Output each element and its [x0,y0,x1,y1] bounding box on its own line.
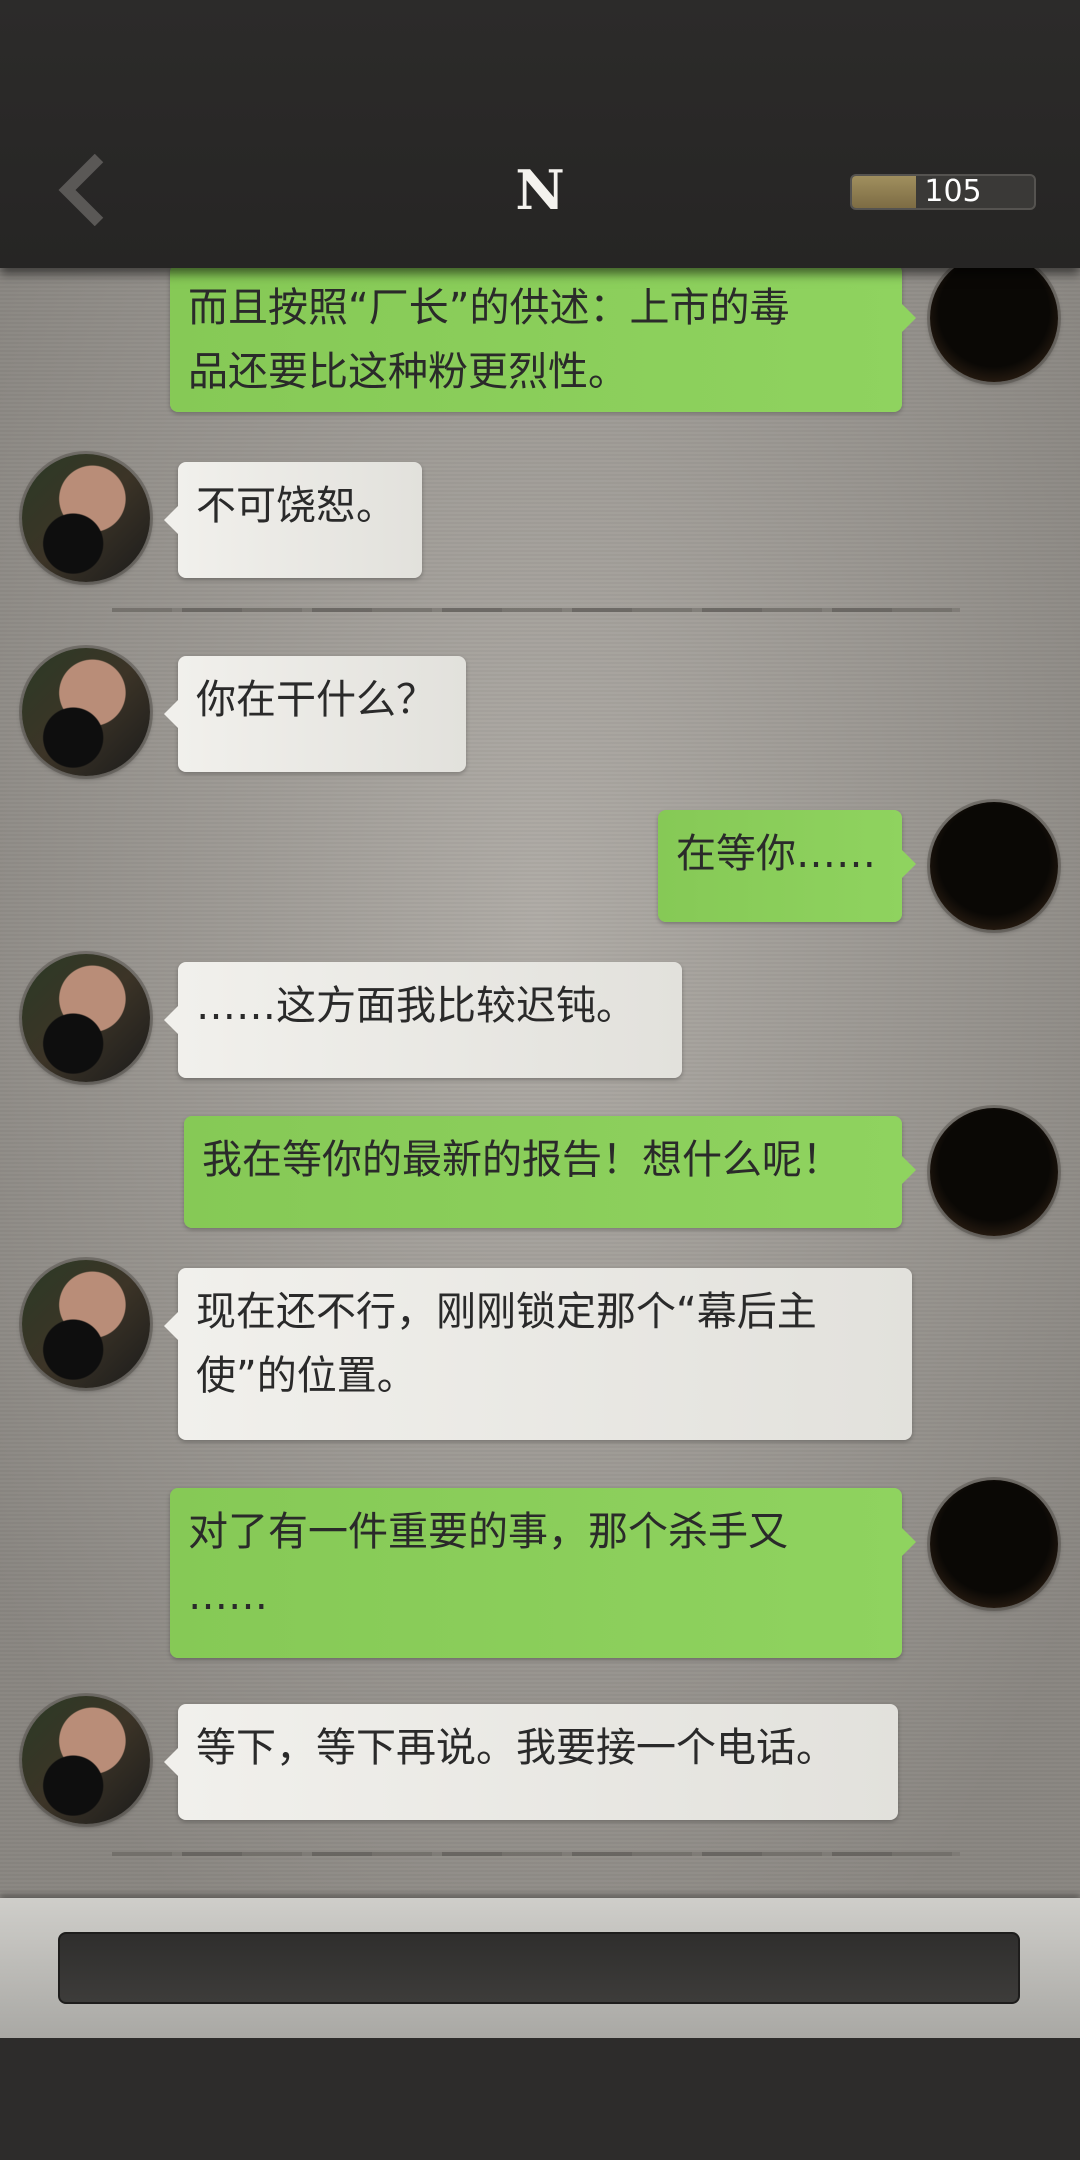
message-line: 我在等你的最新的报告！想什么呢！ [202,1137,842,1183]
section-divider [112,1852,960,1856]
avatar-contact [22,1260,150,1388]
message-line: 你在干什么？ [196,677,436,723]
avatar-self [930,802,1058,930]
energy-value: 105 [924,174,982,209]
message-line: 使”的位置。 [196,1353,417,1399]
avatar-self [930,268,1058,382]
message-input[interactable] [58,1932,1020,2004]
message-bubble-outgoing: 对了有一件重要的事，那个杀手又 …… [170,1488,916,1658]
avatar-contact [22,954,150,1082]
message-line: 对了有一件重要的事，那个杀手又 [188,1509,788,1555]
message-bubble-incoming: 现在还不行，刚刚锁定那个“幕后主 使”的位置。 [164,1268,912,1440]
message-bubble-incoming: 你在干什么？ [164,656,466,772]
avatar-contact [22,648,150,776]
message-bubble-outgoing: 在等你…… [658,810,916,922]
avatar-self [930,1108,1058,1236]
message-bubble-incoming: ……这方面我比较迟钝。 [164,962,682,1078]
message-line: 等下，等下再说。我要接一个电话。 [196,1725,836,1771]
input-bar [0,1898,1080,2038]
top-bar: N 105 [0,0,1080,268]
message-line: 品还要比这种粉更烈性。 [188,349,628,395]
message-line: 而且按照“厂长”的供述：上市的毒 [188,285,790,331]
bottom-bar [0,2038,1080,2160]
section-divider [112,608,960,612]
chat-area[interactable]: 而且按照“厂长”的供述：上市的毒 品还要比这种粉更烈性。 不可饶恕。 你在干什么… [0,268,1080,1898]
avatar-self [930,1480,1058,1608]
message-line: …… [188,1573,268,1619]
message-bubble-incoming: 等下，等下再说。我要接一个电话。 [164,1704,898,1820]
energy-counter: 105 [850,174,1036,210]
avatar-contact [22,1696,150,1824]
message-line: 现在还不行，刚刚锁定那个“幕后主 [196,1289,817,1335]
avatar-contact [22,454,150,582]
message-line: 在等你…… [676,831,876,877]
message-bubble-outgoing: 我在等你的最新的报告！想什么呢！ [184,1116,916,1228]
message-line: 不可饶恕。 [196,483,396,529]
message-bubble-outgoing: 而且按照“厂长”的供述：上市的毒 品还要比这种粉更烈性。 [170,268,916,412]
message-line: ……这方面我比较迟钝。 [196,983,636,1029]
message-bubble-incoming: 不可饶恕。 [164,462,422,578]
